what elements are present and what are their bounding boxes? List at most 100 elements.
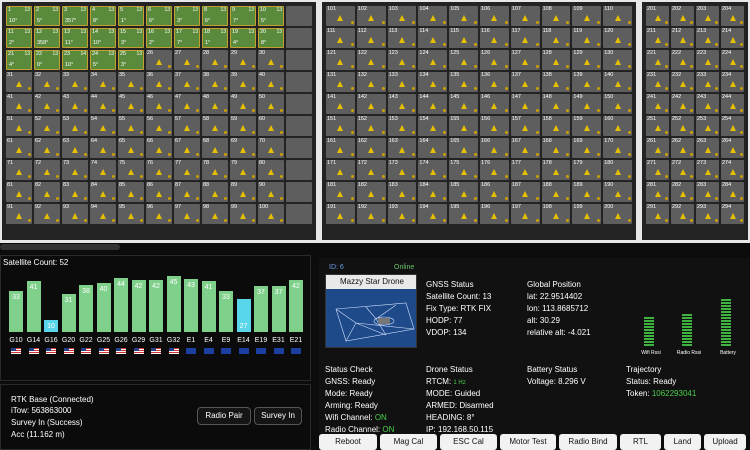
drone-cell[interactable]: 81 (6, 182, 32, 202)
drone-cell[interactable]: 233 (696, 72, 719, 92)
drone-cell[interactable]: 127 (510, 50, 540, 70)
drone-cell[interactable]: 114 (418, 28, 448, 48)
drone-cell[interactable]: 52 (34, 116, 60, 136)
drone-cell[interactable]: 252 (671, 116, 694, 136)
drone-cell[interactable]: 281 (646, 182, 669, 202)
empty-cell[interactable] (286, 28, 312, 48)
radio-pair-button[interactable]: Radio Pair (197, 407, 251, 425)
command-button-radio-bind[interactable]: Radio Bind (559, 434, 617, 450)
drone-cell-active[interactable]: 14 13 10° (90, 28, 116, 48)
empty-cell[interactable] (286, 160, 312, 180)
drone-cell[interactable]: 84 (90, 182, 116, 202)
drone-cell[interactable]: 294 (721, 204, 744, 224)
drone-cell[interactable]: 124 (418, 50, 448, 70)
drone-cell[interactable]: 190 (603, 182, 632, 202)
drone-cell[interactable]: 55 (118, 116, 144, 136)
drone-cell[interactable]: 54 (90, 116, 116, 136)
drone-cell[interactable]: 35 (118, 72, 144, 92)
command-button-reboot[interactable]: Reboot (319, 434, 377, 450)
drone-cell-active[interactable]: 16 13 2° (146, 28, 172, 48)
drone-cell[interactable]: 41 (6, 94, 32, 114)
drone-cell[interactable]: 103 (387, 6, 417, 26)
empty-cell[interactable] (286, 116, 312, 136)
drone-cell[interactable]: 115 (449, 28, 478, 48)
drone-cell[interactable]: 60 (258, 116, 284, 136)
drone-cell[interactable]: 188 (541, 182, 571, 202)
empty-cell[interactable] (286, 138, 312, 158)
drone-cell[interactable]: 242 (671, 94, 694, 114)
drone-cell[interactable]: 26 (146, 50, 172, 70)
drone-cell[interactable]: 172 (356, 160, 386, 180)
drone-cell[interactable]: 110 (603, 6, 632, 26)
drone-cell[interactable]: 199 (572, 204, 602, 224)
empty-cell[interactable] (286, 182, 312, 202)
drone-cell[interactable]: 155 (449, 116, 478, 136)
command-button-land[interactable]: Land (664, 434, 701, 450)
drone-cell[interactable]: 254 (721, 116, 744, 136)
command-button-esc-cal[interactable]: ESC Cal (440, 434, 497, 450)
drone-cell[interactable]: 107 (510, 6, 540, 26)
drone-cell[interactable]: 100 (258, 204, 284, 224)
drone-cell[interactable]: 183 (387, 182, 417, 202)
drone-cell[interactable]: 111 (326, 28, 355, 48)
drone-cell[interactable]: 101 (326, 6, 355, 26)
drone-cell[interactable]: 261 (646, 138, 669, 158)
drone-cell[interactable]: 184 (418, 182, 448, 202)
drone-cell[interactable]: 137 (510, 72, 540, 92)
drone-cell[interactable]: 89 (230, 182, 256, 202)
drone-cell-active[interactable]: 15 13 3° (118, 28, 144, 48)
drone-cell[interactable]: 186 (479, 182, 509, 202)
drone-cell-active[interactable]: 3 13 357° (62, 6, 88, 26)
drone-cell[interactable]: 77 (174, 160, 200, 180)
drone-cell[interactable]: 150 (603, 94, 632, 114)
drone-cell[interactable]: 202 (671, 6, 694, 26)
drone-cell[interactable]: 73 (62, 160, 88, 180)
drone-cell-active[interactable]: 10 13 5° (258, 6, 284, 26)
drone-cell[interactable]: 85 (118, 182, 144, 202)
drone-cell[interactable]: 195 (449, 204, 478, 224)
drone-cell[interactable]: 39 (230, 72, 256, 92)
drone-cell[interactable]: 112 (356, 28, 386, 48)
drone-cell[interactable]: 122 (356, 50, 386, 70)
drone-cell[interactable]: 262 (671, 138, 694, 158)
empty-cell[interactable] (286, 94, 312, 114)
drone-cell[interactable]: 251 (646, 116, 669, 136)
drone-cell[interactable]: 271 (646, 160, 669, 180)
drone-cell[interactable]: 62 (34, 138, 60, 158)
drone-cell[interactable]: 163 (387, 138, 417, 158)
drone-cell[interactable]: 197 (510, 204, 540, 224)
drone-cell-active[interactable]: 21 13 4° (6, 50, 32, 70)
drone-cell[interactable]: 94 (90, 204, 116, 224)
drone-cell[interactable]: 80 (258, 160, 284, 180)
drone-cell[interactable]: 125 (449, 50, 478, 70)
drone-cell[interactable]: 178 (541, 160, 571, 180)
drone-cell[interactable]: 50 (258, 94, 284, 114)
drone-cell[interactable]: 38 (202, 72, 228, 92)
drone-cell[interactable]: 140 (603, 72, 632, 92)
drone-cell[interactable]: 189 (572, 182, 602, 202)
drone-cell[interactable]: 167 (510, 138, 540, 158)
drone-cell-active[interactable]: 17 13 7° (174, 28, 200, 48)
empty-cell[interactable] (286, 204, 312, 224)
drone-cell[interactable]: 29 (230, 50, 256, 70)
drone-cell[interactable]: 191 (326, 204, 355, 224)
drone-cell[interactable]: 99 (230, 204, 256, 224)
drone-cell[interactable]: 130 (603, 50, 632, 70)
drone-cell[interactable]: 212 (671, 28, 694, 48)
drone-cell-active[interactable]: 5 13 1° (118, 6, 144, 26)
drone-cell[interactable]: 49 (230, 94, 256, 114)
drone-cell[interactable]: 51 (6, 116, 32, 136)
drone-cell[interactable]: 174 (418, 160, 448, 180)
drone-cell-active[interactable]: 7 13 3° (174, 6, 200, 26)
drone-cell[interactable]: 40 (258, 72, 284, 92)
drone-cell[interactable]: 91 (6, 204, 32, 224)
drone-cell[interactable]: 153 (387, 116, 417, 136)
drone-cell[interactable]: 96 (146, 204, 172, 224)
drone-cell[interactable]: 30 (258, 50, 284, 70)
drone-cell[interactable]: 274 (721, 160, 744, 180)
empty-cell[interactable] (286, 6, 312, 26)
drone-cell[interactable]: 175 (449, 160, 478, 180)
command-button-mag-cal[interactable]: Mag Cal (380, 434, 437, 450)
drone-cell[interactable]: 222 (671, 50, 694, 70)
drone-cell[interactable]: 159 (572, 116, 602, 136)
